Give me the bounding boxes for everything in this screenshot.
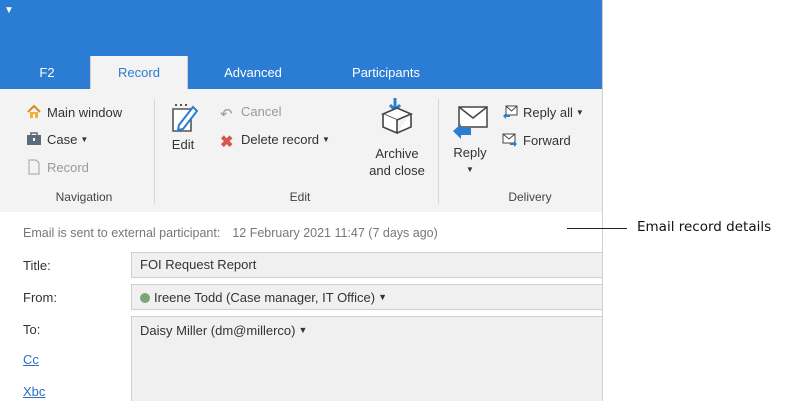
ribbon-separator xyxy=(154,99,155,204)
archive-label-line2: and close xyxy=(369,163,425,178)
edit-button[interactable]: Edit xyxy=(163,99,203,174)
reply-label: Reply xyxy=(453,145,487,160)
forward-button[interactable]: Forward xyxy=(502,132,571,148)
chevron-down-icon: ▼ xyxy=(322,135,330,144)
xbc-link[interactable]: Xbc xyxy=(23,384,45,399)
ribbon: Main window Case ▼ Record Navigation Edit xyxy=(0,89,602,213)
main-window-button[interactable]: Main window xyxy=(26,104,122,120)
forward-icon xyxy=(502,133,517,147)
to-label: To: xyxy=(23,322,41,337)
reply-all-icon xyxy=(503,105,518,119)
reply-button[interactable]: Reply ▼ xyxy=(448,101,492,186)
cancel-label: Cancel xyxy=(241,104,282,119)
delivery-group-label: Delivery xyxy=(508,190,552,204)
case-icon xyxy=(27,132,41,145)
undo-icon: ↶ xyxy=(220,106,233,123)
delete-record-button[interactable]: ✖ Delete record ▼ xyxy=(220,132,330,151)
cc-link[interactable]: Cc xyxy=(23,352,39,367)
reply-all-label: Reply all xyxy=(523,105,573,120)
from-value: Ireene Todd (Case manager, IT Office) xyxy=(154,290,376,305)
title-label: Title: xyxy=(23,258,51,273)
reply-envelope-icon xyxy=(453,106,488,139)
from-label: From: xyxy=(23,290,57,305)
from-field[interactable]: Ireene Todd (Case manager, IT Office) ▼ xyxy=(131,284,602,310)
to-value: Daisy Miller (dm@millerco) xyxy=(140,323,296,338)
tab-participants[interactable]: Participants xyxy=(330,56,442,89)
chevron-down-icon: ▼ xyxy=(80,135,89,144)
record-details-pane: Email is sent to external participant: 12… xyxy=(0,212,602,401)
title-field[interactable]: FOI Request Report xyxy=(131,252,602,278)
forward-label: Forward xyxy=(523,133,571,148)
archive-label-line1: Archive xyxy=(375,146,419,161)
chevron-down-icon[interactable]: ▼ xyxy=(378,292,387,302)
chevron-down-icon: ▼ xyxy=(575,108,584,117)
sent-status: Email is sent to external participant: 12… xyxy=(23,226,438,240)
delete-x-icon: ✖ xyxy=(220,134,234,151)
title-bar: ▼ xyxy=(0,0,602,56)
archive-and-close-button[interactable]: Archive and close xyxy=(362,97,432,187)
tab-f2[interactable]: F2 xyxy=(22,56,72,89)
ribbon-separator xyxy=(438,99,439,204)
cancel-button[interactable]: ↶ Cancel xyxy=(220,104,281,123)
presence-status-icon xyxy=(140,293,150,303)
tab-advanced[interactable]: Advanced xyxy=(207,56,299,89)
email-record-window: ▼ F2 Record Advanced Participants Main w… xyxy=(0,0,603,401)
record-button[interactable]: Record xyxy=(26,159,89,175)
sent-status-label: Email is sent to external participant: xyxy=(23,226,221,240)
callout-line xyxy=(567,228,627,229)
delete-record-label: Delete record xyxy=(241,132,320,147)
edit-label: Edit xyxy=(171,137,195,152)
edit-group-label: Edit xyxy=(289,190,311,204)
sent-date: 12 February 2021 11:47 (7 days ago) xyxy=(232,226,438,240)
archive-box-icon xyxy=(380,98,414,135)
case-label: Case xyxy=(47,132,78,147)
reply-all-button[interactable]: Reply all ▼ xyxy=(502,104,584,120)
document-icon xyxy=(28,159,40,175)
main-window-label: Main window xyxy=(47,105,123,120)
callout-label: Email record details xyxy=(637,219,772,235)
chevron-down-icon: ▼ xyxy=(466,165,474,174)
tab-record[interactable]: Record xyxy=(90,56,188,89)
case-button[interactable]: Case ▼ xyxy=(26,131,88,147)
to-field[interactable]: Daisy Miller (dm@millerco) ▼ xyxy=(131,316,602,401)
chevron-down-icon[interactable]: ▼ xyxy=(298,325,307,335)
home-icon xyxy=(27,104,41,118)
edit-pencil-icon xyxy=(172,104,199,132)
quick-access-dropdown-icon[interactable]: ▼ xyxy=(4,5,14,16)
navigation-group-label: Navigation xyxy=(55,190,113,204)
record-label: Record xyxy=(47,160,89,175)
